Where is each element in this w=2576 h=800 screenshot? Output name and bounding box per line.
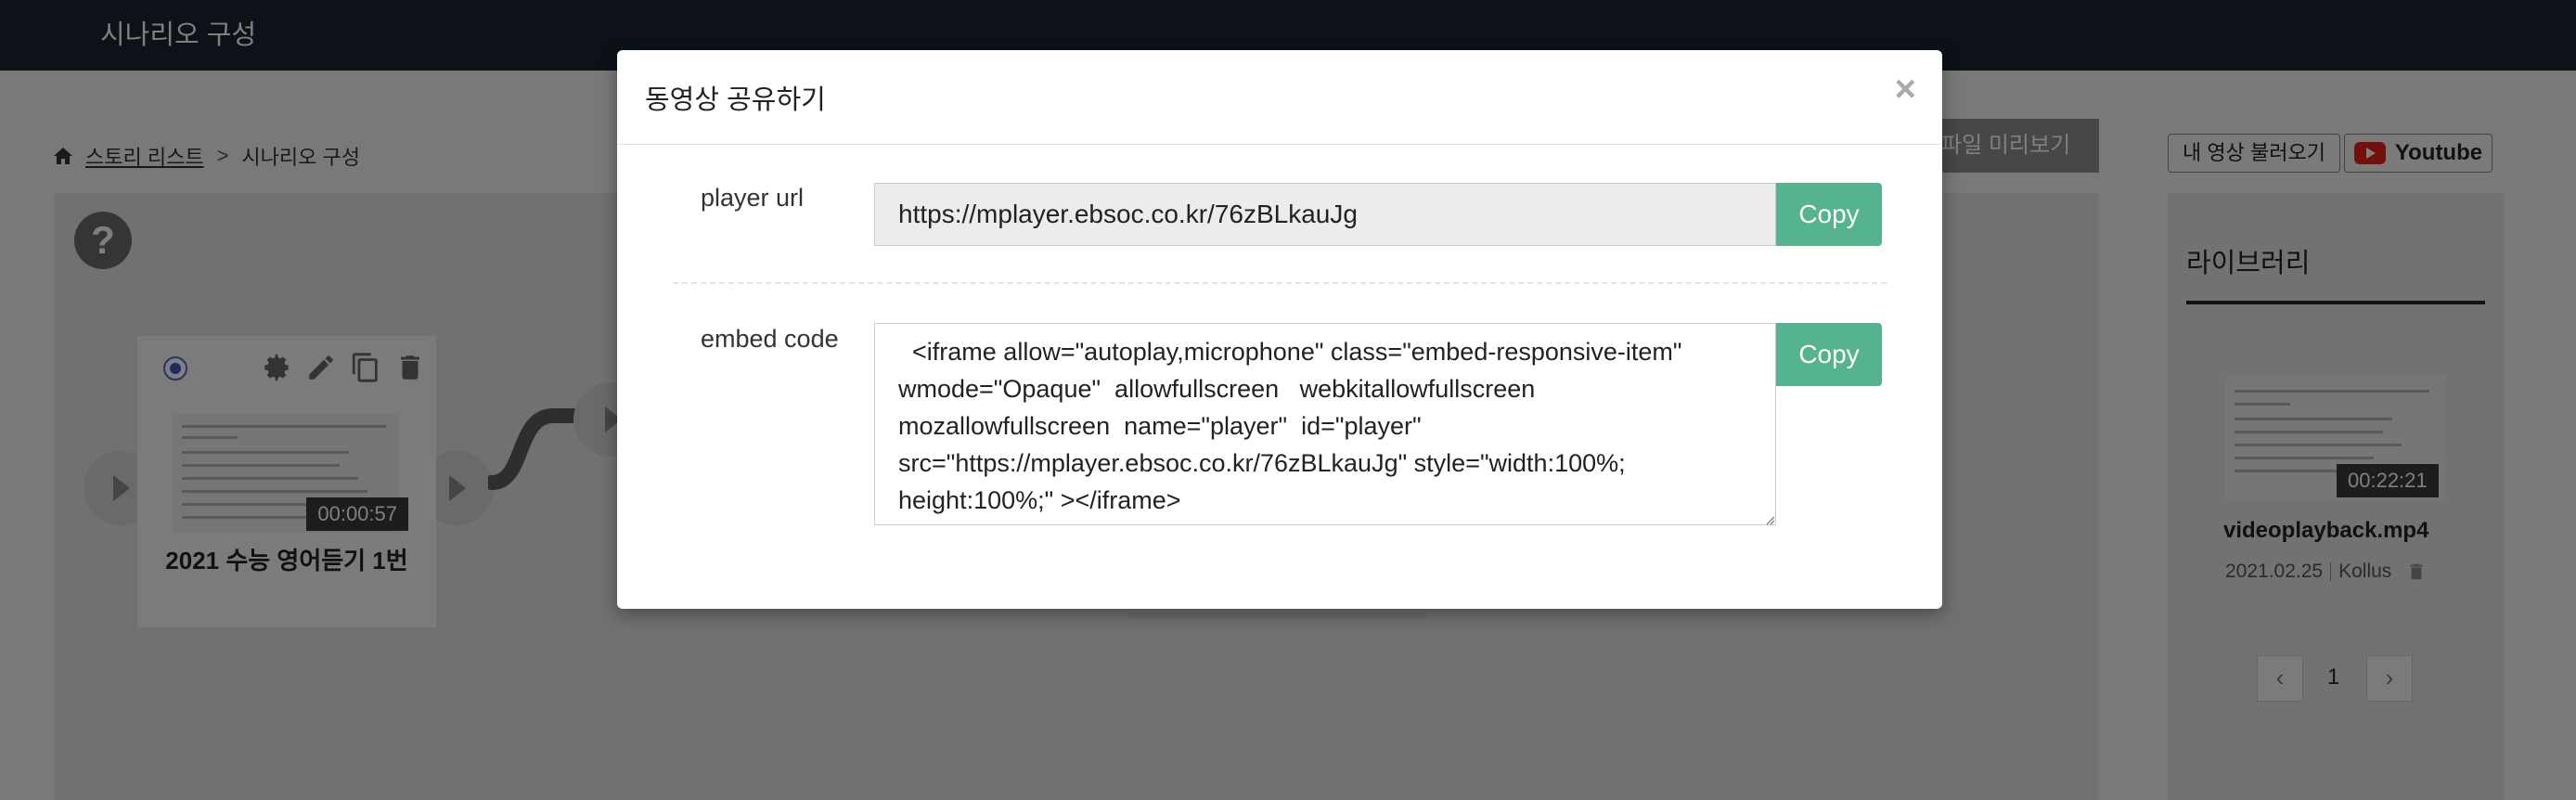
share-video-modal: 동영상 공유하기 × player url https://mplayer.eb… (617, 50, 1942, 609)
modal-header: 동영상 공유하기 × (617, 50, 1942, 145)
player-url-label: player url (701, 184, 805, 212)
embed-code-textarea[interactable]: <iframe allow="autoplay,microphone" clas… (874, 323, 1776, 525)
resize-handle-icon[interactable] (1764, 514, 1775, 525)
copy-embed-button[interactable]: Copy (1776, 323, 1882, 386)
modal-divider (673, 282, 1887, 284)
close-icon[interactable]: × (1895, 69, 1916, 110)
copy-url-button[interactable]: Copy (1776, 183, 1882, 246)
player-url-field[interactable]: https://mplayer.ebsoc.co.kr/76zBLkauJg (874, 183, 1776, 246)
embed-code-label: embed code (701, 325, 839, 353)
page: 시나리오 구성 스토리 리스트 > 시나리오 구성 파일 미리보기 ? (0, 0, 2576, 800)
modal-title: 동영상 공유하기 (645, 85, 826, 115)
